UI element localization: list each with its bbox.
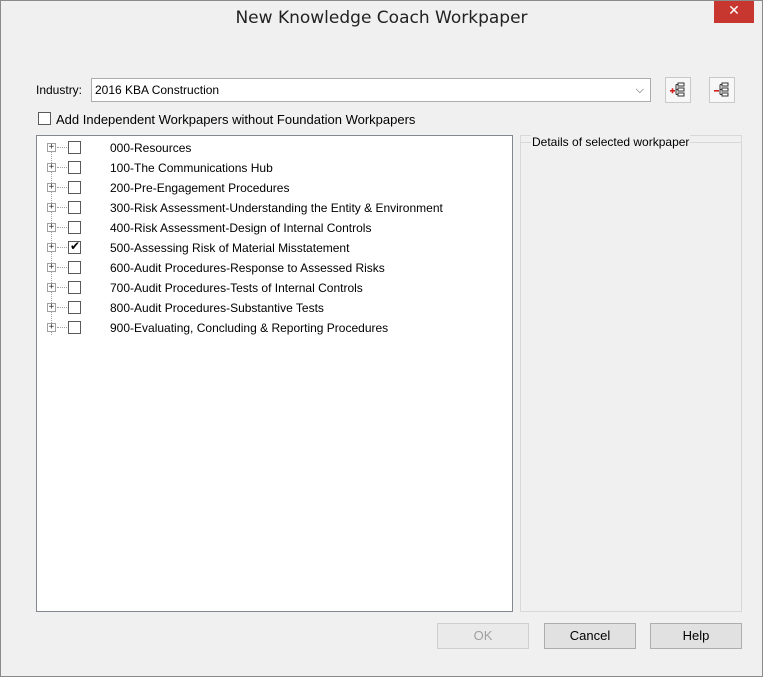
tree-row[interactable]: + 300-Risk Assessment-Understanding the … (37, 198, 507, 218)
industry-label: Industry: (36, 83, 83, 97)
tree-item-label: 200-Pre-Engagement Procedures (110, 181, 290, 195)
tree-checkbox[interactable] (68, 221, 81, 234)
tree-checkbox[interactable] (68, 261, 81, 274)
tree-branch (57, 167, 67, 168)
tree-row[interactable]: + 700-Audit Procedures-Tests of Internal… (37, 278, 507, 298)
dialog-window: New Knowledge Coach Workpaper ✕ Industry… (0, 0, 763, 677)
tree-item-label: 000-Resources (110, 141, 192, 155)
add-tree-icon (670, 82, 685, 97)
industry-dropdown[interactable]: 2016 KBA Construction ⌵ (91, 78, 651, 102)
add-workpaper-button[interactable] (665, 77, 691, 103)
cancel-button[interactable]: Cancel (544, 623, 636, 649)
tree-item-label: 100-The Communications Hub (110, 161, 273, 175)
tree-branch (57, 187, 67, 188)
tree-row[interactable]: + 800-Audit Procedures-Substantive Tests (37, 298, 507, 318)
details-panel (520, 135, 742, 612)
tree-checkbox-checked[interactable]: ✔ (68, 239, 81, 254)
add-independent-checkbox[interactable] (38, 111, 51, 125)
tree-item-label: 800-Audit Procedures-Substantive Tests (110, 301, 324, 315)
tree-item-label: 400-Risk Assessment-Design of Internal C… (110, 221, 372, 235)
tree-branch (57, 227, 67, 228)
tree-checkbox[interactable] (68, 161, 81, 174)
tree-checkbox[interactable] (68, 181, 81, 194)
tree-checkbox[interactable] (68, 321, 81, 334)
tree-checkbox[interactable] (68, 201, 81, 214)
tree-checkbox[interactable] (68, 141, 81, 154)
tree-branch (57, 267, 67, 268)
ok-button[interactable]: OK (437, 623, 529, 649)
tree-item-label: 300-Risk Assessment-Understanding the En… (110, 201, 443, 215)
tree-branch (57, 307, 67, 308)
expand-icon[interactable]: + (47, 223, 56, 232)
tree-checkbox[interactable] (68, 281, 81, 294)
tree-branch (57, 327, 67, 328)
tree-row[interactable]: + 900-Evaluating, Concluding & Reporting… (37, 318, 507, 338)
close-button[interactable]: ✕ (714, 1, 754, 23)
tree-branch (57, 147, 67, 148)
expand-icon[interactable]: + (47, 323, 56, 332)
remove-workpaper-button[interactable] (709, 77, 735, 103)
remove-tree-icon (714, 82, 729, 97)
tree-item-label: 600-Audit Procedures-Response to Assesse… (110, 261, 385, 275)
tree-row[interactable]: + 200-Pre-Engagement Procedures (37, 178, 507, 198)
checkmark-icon: ✔ (70, 239, 81, 253)
tree-row[interactable]: + ✔ 500-Assessing Risk of Material Misst… (37, 238, 507, 258)
tree-row[interactable]: + 600-Audit Procedures-Response to Asses… (37, 258, 507, 278)
add-independent-label: Add Independent Workpapers without Found… (56, 112, 416, 128)
expand-icon[interactable]: + (47, 143, 56, 152)
tree-item-label: 900-Evaluating, Concluding & Reporting P… (110, 321, 389, 335)
details-legend: Details of selected workpaper (531, 135, 691, 149)
expand-icon[interactable]: + (47, 283, 56, 292)
tree-row[interactable]: + 400-Risk Assessment-Design of Internal… (37, 218, 507, 238)
tree-branch (57, 207, 67, 208)
window-title: New Knowledge Coach Workpaper (235, 8, 528, 28)
industry-selected-value: 2016 KBA Construction (95, 83, 220, 97)
tree-checkbox[interactable] (68, 301, 81, 314)
help-button[interactable]: Help (650, 623, 742, 649)
chevron-down-icon: ⌵ (635, 84, 644, 96)
tree-row[interactable]: + 100-The Communications Hub (37, 158, 507, 178)
tree-item-label: 700-Audit Procedures-Tests of Internal C… (110, 281, 363, 295)
tree-row[interactable]: + 000-Resources (37, 138, 507, 158)
workpaper-tree[interactable]: + 000-Resources + 100-The Communications… (36, 135, 513, 612)
tree-item-label: 500-Assessing Risk of Material Misstatem… (110, 241, 350, 255)
tree-branch (57, 287, 67, 288)
expand-icon[interactable]: + (47, 243, 56, 252)
tree-branch (57, 247, 67, 248)
expand-icon[interactable]: + (47, 203, 56, 212)
add-independent-option[interactable]: Add Independent Workpapers without Found… (38, 111, 415, 127)
expand-icon[interactable]: + (47, 183, 56, 192)
expand-icon[interactable]: + (47, 303, 56, 312)
expand-icon[interactable]: + (47, 163, 56, 172)
expand-icon[interactable]: + (47, 263, 56, 272)
title-bar: New Knowledge Coach Workpaper ✕ (1, 1, 762, 37)
